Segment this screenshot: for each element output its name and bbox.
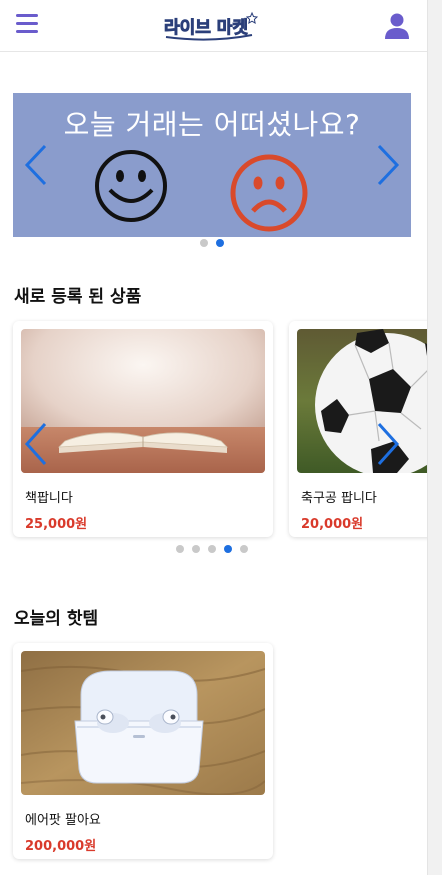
banner-dot-1[interactable]	[200, 239, 208, 247]
logo[interactable]: 라이브 마켓	[160, 9, 260, 43]
product-price: 25,000원	[25, 517, 88, 532]
product-card-airpods[interactable]: 에어팟 팔아요 200,000원	[13, 643, 273, 859]
banner-pagination	[200, 239, 224, 247]
new-products-title: 새로 등록 된 상품	[14, 287, 142, 307]
user-profile-icon[interactable]	[384, 12, 410, 40]
products-prev-arrow-icon[interactable]	[22, 421, 50, 467]
products-dot-4[interactable]	[224, 545, 232, 553]
book-photo	[21, 329, 265, 473]
hot-items-title: 오늘의 핫템	[14, 609, 99, 629]
products-dot-2[interactable]	[192, 545, 200, 553]
banner-text: 오늘 거래는 어떠셨나요?	[63, 108, 361, 141]
app-header: 라이브 마켓	[0, 0, 427, 52]
soccer-ball-photo	[297, 329, 427, 473]
products-dot-3[interactable]	[208, 545, 216, 553]
banner-prev-arrow-icon[interactable]	[23, 143, 49, 187]
products-next-arrow-icon[interactable]	[374, 421, 402, 467]
hero-banner: 오늘 거래는 어떠셨나요?	[13, 93, 411, 237]
page-scrollbar[interactable]	[427, 0, 442, 875]
products-pagination	[176, 545, 248, 553]
product-price: 200,000원	[25, 839, 97, 854]
logo-text: 라이브 마켓	[164, 18, 248, 38]
smiley-face-icon	[95, 150, 167, 222]
products-dot-5[interactable]	[240, 545, 248, 553]
product-name: 책팝니다	[25, 491, 73, 506]
sad-face-icon	[230, 154, 308, 232]
products-dot-1[interactable]	[176, 545, 184, 553]
product-name: 에어팟 팔아요	[25, 813, 101, 828]
product-price: 20,000원	[301, 517, 364, 532]
product-name: 축구공 팝니다	[301, 491, 377, 506]
page: 라이브 마켓 오늘 거래는 어떠셨나요? 새로 등록 된 상품 책팝니다 25,…	[0, 0, 427, 875]
banner-next-arrow-icon[interactable]	[375, 143, 401, 187]
airpods-photo	[21, 651, 265, 795]
hamburger-menu-icon[interactable]	[16, 14, 40, 36]
banner-dot-2[interactable]	[216, 239, 224, 247]
product-card-soccer-ball[interactable]: 축구공 팝니다 20,000원	[289, 321, 427, 537]
product-card-book[interactable]: 책팝니다 25,000원	[13, 321, 273, 537]
